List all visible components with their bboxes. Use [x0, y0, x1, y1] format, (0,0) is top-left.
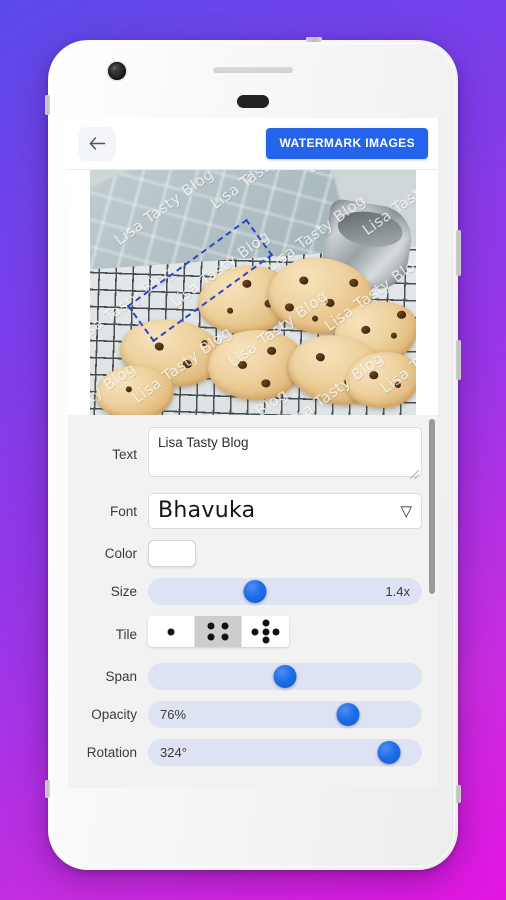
tile-label: Tile: [115, 626, 137, 642]
opacity-value: 76%: [160, 707, 187, 722]
left-side-button-bottom: [45, 780, 50, 798]
control-row-tile: Tile: [76, 616, 422, 652]
controls-scrollbar-track[interactable]: [429, 415, 435, 788]
span-field-wrap: [148, 663, 422, 690]
back-button[interactable]: [78, 126, 116, 161]
rotation-label: Rotation: [86, 745, 137, 760]
font-select[interactable]: Bhavuka ▽: [148, 493, 422, 529]
control-row-opacity: Opacity 76%: [76, 701, 422, 728]
top-antenna-line: [306, 37, 322, 42]
control-row-font: Font Bhavuka ▽: [76, 493, 422, 529]
opacity-field-wrap: 76%: [148, 701, 422, 728]
tile-grid-4-option[interactable]: [195, 616, 242, 647]
front-camera-icon: [108, 62, 126, 80]
opacity-slider[interactable]: 76%: [148, 701, 422, 728]
opacity-slider-knob[interactable]: [336, 703, 360, 726]
tile-option-group: [148, 616, 289, 647]
opacity-label: Opacity: [91, 707, 137, 722]
watermark-images-button[interactable]: WATERMARK IMAGES: [266, 128, 428, 159]
chevron-down-icon: ▽: [400, 502, 412, 520]
span-slider-knob[interactable]: [273, 665, 297, 688]
app-bar: WATERMARK IMAGES: [68, 118, 438, 170]
arrow-left-icon: [89, 137, 105, 150]
right-side-button-bottom: [456, 785, 461, 803]
control-row-size: Size 1.4x: [76, 578, 422, 605]
size-label: Size: [110, 584, 137, 599]
watermark-controls-panel: Text Font Bhavuka ▽ Color: [68, 415, 438, 788]
span-slider[interactable]: [148, 663, 422, 690]
left-side-button-top[interactable]: [45, 95, 50, 115]
tile-single-option[interactable]: [148, 616, 195, 647]
earpiece-speaker-icon: [213, 67, 293, 73]
phone-screen: WATERMARK IMAGES Lisa Tasty Blog Lisa Ta…: [68, 118, 438, 788]
image-preview-area[interactable]: Lisa Tasty Blog Lisa Tasty Blog Lisa Tas…: [68, 170, 438, 415]
size-field-wrap: 1.4x: [148, 578, 422, 605]
rotation-value: 324°: [160, 745, 187, 760]
rotation-slider[interactable]: 324°: [148, 739, 422, 766]
text-field-wrap: [148, 427, 422, 482]
color-field-wrap: [148, 540, 422, 567]
control-row-rotation: Rotation 324°: [76, 739, 422, 766]
font-label: Font: [109, 503, 137, 519]
span-label: Span: [105, 669, 137, 684]
color-label: Color: [104, 546, 137, 561]
tile-field-wrap: [148, 616, 422, 652]
rotation-field-wrap: 324°: [148, 739, 422, 766]
volume-button[interactable]: [456, 340, 461, 380]
size-value: 1.4x: [385, 584, 410, 599]
power-button[interactable]: [456, 230, 461, 276]
text-label: Text: [112, 447, 137, 462]
font-selected-value: Bhavuka: [158, 498, 256, 523]
font-field-wrap: Bhavuka ▽: [148, 493, 422, 529]
size-slider-knob[interactable]: [243, 580, 267, 603]
tile-diamond-5-option[interactable]: [242, 616, 289, 647]
sensor-pill-icon: [237, 95, 269, 108]
watermark-text-input[interactable]: [148, 427, 422, 477]
color-swatch-button[interactable]: [148, 540, 196, 567]
controls-scrollbar-thumb[interactable]: [429, 419, 435, 594]
control-row-text: Text: [76, 427, 422, 482]
control-row-span: Span: [76, 663, 422, 690]
control-row-color: Color: [76, 540, 422, 567]
rotation-slider-knob[interactable]: [377, 741, 401, 764]
size-slider[interactable]: 1.4x: [148, 578, 422, 605]
preview-photo[interactable]: Lisa Tasty Blog Lisa Tasty Blog Lisa Tas…: [90, 170, 416, 415]
phone-device-frame: WATERMARK IMAGES Lisa Tasty Blog Lisa Ta…: [45, 37, 461, 870]
